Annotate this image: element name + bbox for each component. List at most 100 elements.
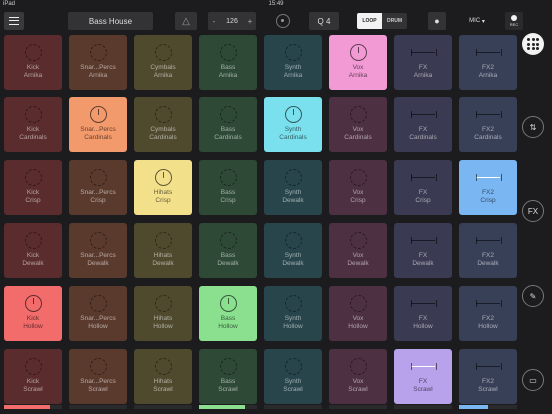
pad-cymbals-dewalk[interactable]: Hihats Dewalk [134,223,192,278]
pad-fx-scrawl[interactable]: FX Scrawl [394,349,452,404]
tempo-increase-button[interactable]: + [244,12,256,30]
pad-synth-arnika[interactable]: Synth Arnika [264,35,322,90]
pad-fx-arnika[interactable]: FX Arnika [394,35,452,90]
pad-cymbals-hollow[interactable]: Hihats Hollow [134,286,192,341]
pad-bass-crisp[interactable]: Bass Crisp [199,160,257,215]
pad-pack-label: Scrawl [153,386,173,393]
pad-fx2-crisp[interactable]: FX2 Crisp [459,160,517,215]
mic-input-select[interactable]: MIC ▾ [463,12,491,30]
pad-synth-hollow[interactable]: Synth Hollow [264,286,322,341]
mic-button[interactable]: ● [428,12,446,30]
pad-vox-dewalk[interactable]: Vox Dewalk [329,223,387,278]
pads-view-button[interactable] [522,33,544,55]
pad-vox-scrawl[interactable]: Vox Scrawl [329,349,387,404]
pad-snare-cardinals[interactable]: Snar...Percs Cardinals [69,97,127,152]
column-progress-fill [459,405,488,409]
loop-icon [284,358,302,375]
project-name-button[interactable]: Bass House [68,12,153,30]
pad-cymbals-scrawl[interactable]: Hihats Scrawl [134,349,192,404]
loop-icon [154,232,172,249]
pad-category-label: Bass [220,378,236,385]
loop-icon [154,106,172,123]
pad-snare-dewalk[interactable]: Snar...Percs Dewalk [69,223,127,278]
pad-pack-label: Crisp [415,197,431,204]
pad-pack-label: Crisp [155,197,171,204]
quantize-button[interactable]: Q 4 [309,12,339,30]
fx-slider-icon [476,295,502,312]
pad-pack-label: Scrawl [478,386,498,393]
pad-bass-dewalk[interactable]: Bass Dewalk [199,223,257,278]
pad-cymbals-crisp[interactable]: Hihats Crisp [134,160,192,215]
pad-fx2-scrawl[interactable]: FX2 Scrawl [459,349,517,404]
pad-vox-crisp[interactable]: Vox Crisp [329,160,387,215]
pad-kick-scrawl[interactable]: Kick Scrawl [4,349,62,404]
pad-pack-label: Dewalk [217,260,239,267]
pad-pack-label: Arnika [88,72,108,79]
pad-fx-cardinals[interactable]: FX Cardinals [394,97,452,152]
pad-bass-hollow[interactable]: Bass Hollow [199,286,257,341]
pad-bass-scrawl[interactable]: Bass Scrawl [199,349,257,404]
pad-synth-cardinals[interactable]: Synth Cardinals [264,97,322,152]
record-button[interactable]: REC [505,12,523,30]
pad-fx-crisp[interactable]: FX Crisp [394,160,452,215]
pad-fx2-cardinals[interactable]: FX2 Cardinals [459,97,517,152]
pad-fx2-hollow[interactable]: FX2 Hollow [459,286,517,341]
pad-kick-dewalk[interactable]: Kick Dewalk [4,223,62,278]
top-toolbar: Bass House △ - 126 + Q 4 LOOP DRUM ● MIC… [0,9,552,33]
tempo-decrease-button[interactable]: - [208,12,220,30]
pad-pack-label: Scrawl [23,386,43,393]
pad-kick-cardinals[interactable]: Kick Cardinals [4,97,62,152]
sync-icon[interactable] [276,14,290,28]
pad-pack-label: Dewalk [87,260,109,267]
pad-vox-hollow[interactable]: Vox Hollow [329,286,387,341]
column-progress-fill [4,405,51,409]
pad-pack-label: Cardinals [84,134,112,141]
fx-slider-icon [411,358,437,375]
pad-kick-hollow[interactable]: Kick Hollow [4,286,62,341]
edit-button[interactable]: ✎ [522,285,544,307]
pad-category-label: Snar...Percs [80,378,116,385]
tempo-value[interactable]: 126 [220,12,244,30]
pad-vox-cardinals[interactable]: Vox Cardinals [329,97,387,152]
column-progress-cymbals [134,405,192,409]
pad-fx2-arnika[interactable]: FX2 Arnika [459,35,517,90]
pad-snare-crisp[interactable]: Snar...Percs Crisp [69,160,127,215]
pad-snare-arnika[interactable]: Snar...Percs Arnika [69,35,127,90]
pad-cymbals-cardinals[interactable]: Cymbals Cardinals [134,97,192,152]
pad-cymbals-arnika[interactable]: Cymbals Arnika [134,35,192,90]
pad-snare-hollow[interactable]: Snar...Percs Hollow [69,286,127,341]
pad-kick-crisp[interactable]: Kick Crisp [4,160,62,215]
pad-pack-label: Hollow [23,323,43,330]
pad-vox-arnika[interactable]: Vox Arnika [329,35,387,90]
pad-bass-arnika[interactable]: Bass Arnika [199,35,257,90]
clock: 15:49 [268,1,284,7]
fx-slider-icon [411,169,437,186]
pad-pack-label: Dewalk [347,260,369,267]
pad-category-label: Bass [220,252,236,259]
pad-category-label: FX [418,64,428,71]
pad-category-label: Snar...Percs [80,252,116,259]
pad-category-label: FX [418,126,428,133]
pad-synth-scrawl[interactable]: Synth Scrawl [264,349,322,404]
pad-category-label: Synth [284,189,302,196]
pad-fx2-dewalk[interactable]: FX2 Dewalk [459,223,517,278]
mic-icon: ● [434,16,440,26]
loop-mode-button[interactable]: LOOP [357,13,382,29]
pad-synth-dewalk[interactable]: Synth Dewalk [264,223,322,278]
drum-mode-button[interactable]: DRUM [382,13,407,29]
pad-bass-cardinals[interactable]: Bass Cardinals [199,97,257,152]
pad-synth-dewalk[interactable]: Synth Dewalk [264,160,322,215]
metronome-button[interactable]: △ [175,12,197,30]
edit-icon: ✎ [529,291,537,301]
fx-button[interactable]: FX [522,200,544,222]
menu-button[interactable] [4,12,24,30]
pad-pack-label: Scrawl [218,386,238,393]
library-button[interactable]: ▭ [522,369,544,391]
pad-category-label: Bass [220,189,236,196]
loop-icon [89,358,107,375]
mixer-button[interactable]: ⇅ [522,116,544,138]
pad-kick-arnika[interactable]: Kick Arnika [4,35,62,90]
pad-fx-dewalk[interactable]: FX Dewalk [394,223,452,278]
pad-fx-hollow[interactable]: FX Hollow [394,286,452,341]
pad-snare-scrawl[interactable]: Snar...Percs Scrawl [69,349,127,404]
